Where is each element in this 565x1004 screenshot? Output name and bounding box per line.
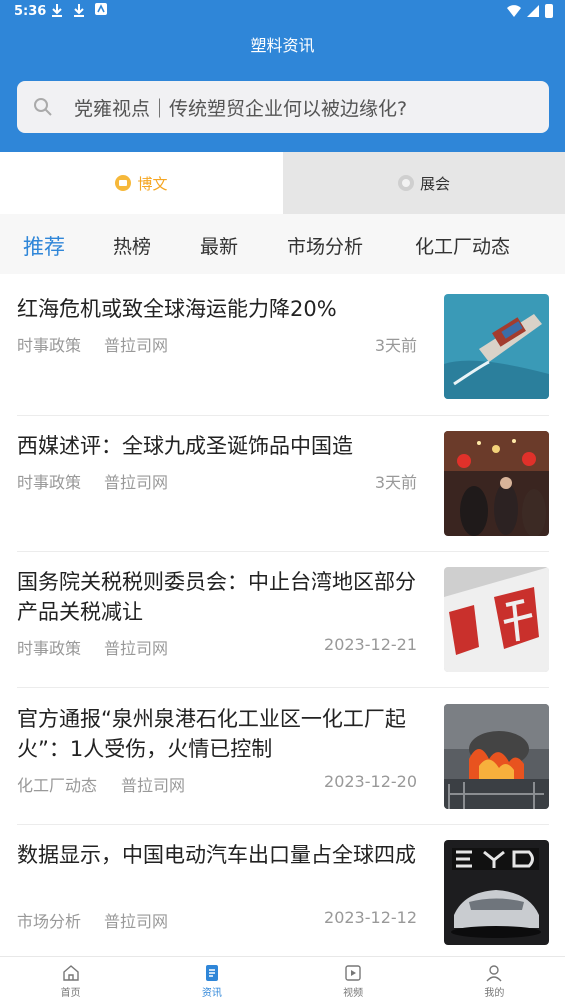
category-latest[interactable]: 最新 (200, 232, 238, 259)
christmas-market-image (444, 431, 549, 536)
news-time: 2023-12-12 (324, 908, 417, 927)
nav-home-label: 首页 (60, 987, 81, 999)
video-icon (345, 964, 361, 981)
news-source: 普拉司网 (121, 776, 186, 795)
tab-blog-label: 博文 (137, 174, 168, 193)
nav-video-label: 视频 (343, 987, 364, 999)
news-title: 数据显示，中国电动汽车出口量占全球四成 (17, 843, 416, 867)
bottom-nav: 首页 资讯 视频 我的 (0, 956, 565, 1004)
divider (17, 824, 549, 825)
news-category: 市场分析 (17, 912, 82, 931)
tab-expo-label: 展会 (419, 174, 450, 193)
news-title: 红海危机或致全球海运能力降20% (17, 297, 337, 321)
news-title: 官方通报“泉州泉港石化工业区一化工厂起火”：1人受伤，火情已控制 (17, 707, 406, 761)
status-notification-icons (50, 3, 108, 19)
category-chemical-plant[interactable]: 化工厂动态 (415, 232, 510, 259)
blog-icon (115, 175, 132, 191)
page-title: 塑料资讯 (250, 36, 315, 55)
news-meta: 时事政策 普拉司网 2023-12-21 (17, 635, 417, 658)
battery-icon (545, 4, 553, 18)
nav-profile-label: 我的 (484, 987, 505, 999)
news-category: 时事政策 (17, 473, 82, 492)
search-bar[interactable]: 党雍视点｜传统塑贸企业何以被边缘化? (17, 81, 549, 133)
divider (17, 687, 549, 688)
news-time: 3天前 (374, 473, 417, 492)
app-notification-icon (94, 3, 108, 19)
download-icon (72, 3, 86, 19)
profile-icon (486, 964, 502, 981)
expo-icon (397, 175, 414, 191)
byd-car-image (444, 840, 549, 945)
wifi-icon (507, 5, 521, 17)
tax-sign-image (444, 567, 549, 672)
home-icon (62, 964, 79, 981)
news-category: 化工厂动态 (17, 776, 98, 795)
news-time: 2023-12-21 (324, 635, 417, 654)
tab-expo[interactable]: 展会 (283, 152, 565, 214)
cargo-ship-image (444, 294, 549, 399)
news-category: 时事政策 (17, 639, 82, 658)
news-source: 普拉司网 (104, 336, 169, 355)
download-icon (50, 3, 64, 19)
news-meta: 时事政策 普拉司网 3天前 (17, 332, 417, 355)
news-time: 3天前 (374, 336, 417, 355)
divider (17, 415, 549, 416)
category-hot[interactable]: 热榜 (113, 232, 151, 259)
nav-news-label: 资讯 (201, 987, 222, 999)
news-meta: 化工厂动态 普拉司网 2023-12-20 (17, 772, 417, 795)
tab-blog[interactable]: 博文 (0, 152, 283, 214)
nav-video[interactable]: 视频 (283, 957, 424, 1004)
status-time: 5:36 (14, 4, 47, 19)
nav-home[interactable]: 首页 (0, 957, 141, 1004)
divider (17, 551, 549, 552)
app-header: 5:36 塑料资讯 党雍视点｜传统塑贸企业何以被边缘化? (0, 0, 565, 152)
nav-profile[interactable]: 我的 (424, 957, 565, 1004)
news-category: 时事政策 (17, 336, 82, 355)
search-placeholder: 党雍视点｜传统塑贸企业何以被边缘化? (74, 98, 408, 120)
category-recommended[interactable]: 推荐 (23, 231, 65, 261)
category-market-analysis[interactable]: 市场分析 (287, 232, 363, 259)
search-icon (34, 98, 52, 116)
signal-icon (527, 5, 539, 17)
news-meta: 时事政策 普拉司网 3天前 (17, 469, 417, 492)
status-system-icons (507, 4, 553, 18)
news-source: 普拉司网 (104, 639, 169, 658)
factory-fire-image (444, 704, 549, 809)
news-meta: 市场分析 普拉司网 2023-12-12 (17, 908, 417, 931)
status-bar: 5:36 (0, 0, 565, 24)
news-source: 普拉司网 (104, 912, 169, 931)
category-bar: 推荐 热榜 最新 市场分析 化工厂动态 (0, 214, 565, 274)
content-type-tabs: 博文 展会 (0, 152, 565, 214)
nav-news[interactable]: 资讯 (141, 957, 282, 1004)
news-title: 国务院关税税则委员会：中止台湾地区部分产品关税减让 (17, 570, 416, 624)
news-icon (205, 964, 218, 981)
news-source: 普拉司网 (104, 473, 169, 492)
news-time: 2023-12-20 (324, 772, 417, 791)
news-title: 西媒述评：全球九成圣诞饰品中国造 (17, 434, 353, 458)
